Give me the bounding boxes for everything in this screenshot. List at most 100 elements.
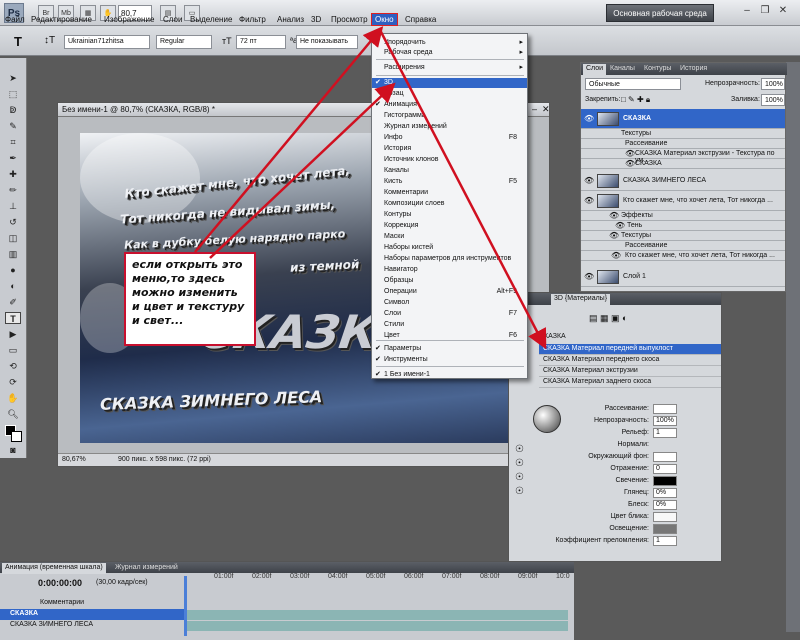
window-menu-item[interactable]: Комментарии	[372, 188, 527, 198]
tab-paths[interactable]: Контуры	[641, 64, 674, 75]
reflection-input[interactable]: 0	[653, 464, 677, 474]
font-family-select[interactable]: Ukrainian71zhitsa	[64, 35, 150, 49]
window-menu-item[interactable]: Слои F7	[372, 309, 527, 319]
background-color-swatch[interactable]	[11, 431, 22, 442]
quick-mask-icon[interactable]: ◙	[5, 444, 21, 456]
brush-tool-icon[interactable]: ✏	[5, 184, 21, 196]
opacity-input[interactable]: 100%	[653, 416, 677, 426]
font-size-select[interactable]: 72 пт	[236, 35, 286, 49]
opacity-field[interactable]: 100%	[761, 78, 785, 90]
doc-minimize-icon[interactable]: –	[532, 104, 537, 114]
tab-history[interactable]: История	[677, 64, 710, 75]
eye-icon[interactable]: 👁︎	[625, 149, 635, 158]
material-tools-icons[interactable]: ☉ ☉ ☉ ☉	[515, 443, 524, 499]
tab-layers[interactable]: Слои	[583, 64, 607, 75]
window-menu-item[interactable]: Расширения ▸	[372, 63, 527, 73]
layer-row-textures[interactable]: Текстуры	[581, 129, 785, 139]
eye-icon[interactable]: 👁︎	[584, 196, 594, 205]
layer-row-textures-2[interactable]: 👁︎ Текстуры	[581, 231, 785, 241]
restore-icon[interactable]: ❐	[758, 5, 772, 19]
hand-tool-icon[interactable]: ✋	[5, 392, 21, 404]
menu-file[interactable]: Файл	[2, 14, 28, 25]
window-menu-item[interactable]: Стили	[372, 320, 527, 330]
doc-close-icon[interactable]: ✕	[542, 104, 550, 115]
window-menu-item[interactable]: Операции Alt+F9	[372, 287, 527, 297]
timeline-row-winter-forest[interactable]: СКАЗКА ЗИМНЕГО ЛЕСА	[0, 620, 184, 631]
menu-help[interactable]: Справка	[402, 14, 439, 25]
quick-select-icon[interactable]: ✎	[5, 120, 21, 132]
window-menu-item[interactable]: Гистограмма	[372, 111, 527, 121]
gradient-tool-icon[interactable]: ▥	[5, 248, 21, 260]
timeline-row-skazka[interactable]: СКАЗКА	[0, 609, 184, 620]
diffuse-swatch[interactable]	[653, 404, 677, 414]
window-menu-item[interactable]: ✔ Анимация	[372, 100, 527, 110]
menu-select[interactable]: Выделение	[187, 14, 235, 25]
window-menu-item[interactable]: ✔ 3D	[372, 78, 527, 88]
window-menu-item[interactable]: Контуры	[372, 210, 527, 220]
material-row[interactable]: СКАЗКА Материал заднего скоса	[539, 377, 721, 388]
timeline-row-comments[interactable]: Комментарии	[0, 598, 574, 609]
menu-analysis[interactable]: Анализ	[274, 14, 307, 25]
window-menu-item[interactable]: Каналы	[372, 166, 527, 176]
blur-tool-icon[interactable]: ●	[5, 264, 21, 276]
window-menu-item[interactable]: Наборы параметров для инструментов	[372, 254, 527, 264]
lasso-tool-icon[interactable]: ↁ	[5, 104, 21, 116]
zoom-tool-icon[interactable]: 🔍︎	[5, 408, 21, 420]
layer-row-shadow[interactable]: 👁︎ Тень	[581, 221, 785, 231]
tab-channels[interactable]: Каналы	[607, 64, 638, 75]
layer-row-poem-1[interactable]: 👁︎ Кто скажет мне, что хочет лета, Тот н…	[581, 191, 785, 211]
specular-swatch[interactable]	[653, 512, 677, 522]
layer-row-winter-forest[interactable]: 👁︎ СКАЗКА ЗИМНЕГО ЛЕСА	[581, 171, 785, 191]
window-menu-item[interactable]: Рабочая среда ▸	[372, 48, 527, 58]
dodge-tool-icon[interactable]: ◐	[5, 280, 21, 292]
pen-tool-icon[interactable]: ✐	[5, 296, 21, 308]
bump-input[interactable]: 1	[653, 428, 677, 438]
eye-icon[interactable]: 👁︎	[584, 176, 594, 185]
window-menu-item[interactable]: Кисть F5	[372, 177, 527, 187]
menu-window[interactable]: Окно	[371, 13, 398, 26]
clone-stamp-icon[interactable]: ⊥	[5, 200, 21, 212]
illumination-swatch[interactable]	[653, 476, 677, 486]
layer-row-effects[interactable]: 👁︎ Эффекты	[581, 211, 785, 221]
tab-measurement-log[interactable]: Журнал измерений	[112, 563, 181, 574]
layer-duration-bar[interactable]	[184, 610, 568, 620]
status-zoom[interactable]: 80,67%	[62, 456, 86, 463]
shine-input[interactable]: 0%	[653, 500, 677, 510]
filter-icons[interactable]: ▤ ▦ ▣ ◐	[589, 313, 627, 324]
eye-icon[interactable]: 👁︎	[609, 211, 619, 220]
layer-row-diffuse[interactable]: Рассеивание	[581, 139, 785, 149]
window-menu-item[interactable]: Образцы	[372, 276, 527, 286]
eye-icon[interactable]: 👁︎	[625, 159, 635, 168]
eye-icon[interactable]: 👁︎	[611, 251, 621, 260]
window-menu-item[interactable]: Навигатор	[372, 265, 527, 275]
3d-camera-icon[interactable]: ⟳	[5, 376, 21, 388]
ambient-swatch[interactable]	[653, 452, 677, 462]
material-row[interactable]: СКАЗКА Материал экструзии	[539, 366, 721, 377]
orientation-icon[interactable]: ↕T	[44, 35, 55, 46]
current-time[interactable]: 0:00:00:00	[38, 578, 82, 588]
window-menu-item[interactable]: Источник клонов	[372, 155, 527, 165]
window-menu-item[interactable]: Инфо F8	[372, 133, 527, 143]
window-menu-item[interactable]: Абзац	[372, 89, 527, 99]
menu-filter[interactable]: Фильтр	[236, 14, 269, 25]
menu-layers[interactable]: Слои	[160, 14, 185, 25]
window-menu-item[interactable]: Журнал измерений	[372, 122, 527, 132]
window-menu-item[interactable]: Композиции слоев	[372, 199, 527, 209]
lock-icons[interactable]: □ ✎ ✚ 🔒︎	[621, 95, 650, 105]
tab-animation[interactable]: Анимация (временная шкала)	[2, 563, 106, 574]
layer-row-layer1[interactable]: 👁︎ Слой 1	[581, 267, 785, 287]
refraction-input[interactable]: 1	[653, 536, 677, 546]
crop-tool-icon[interactable]: ⌗	[5, 136, 21, 148]
tab-3d-materials[interactable]: 3D {Материалы}	[551, 294, 611, 305]
gloss-input[interactable]: 0%	[653, 488, 677, 498]
layer-row-poem-sub[interactable]: 👁︎ Кто скажет мне, что хочет лета, Тот ни…	[581, 251, 785, 261]
marquee-tool-icon[interactable]: ⬚	[5, 88, 21, 100]
fill-field[interactable]: 100%	[761, 94, 785, 106]
window-menu-item[interactable]: Упорядочить ▸	[372, 38, 527, 48]
path-select-icon[interactable]: ▶	[5, 328, 21, 340]
layer-duration-bar[interactable]	[184, 621, 568, 631]
healing-brush-icon[interactable]: ✚	[5, 168, 21, 180]
antialias-select[interactable]: Не показывать	[296, 35, 358, 49]
menu-image[interactable]: Изображение	[101, 14, 157, 25]
menu-3d[interactable]: 3D	[308, 14, 324, 25]
